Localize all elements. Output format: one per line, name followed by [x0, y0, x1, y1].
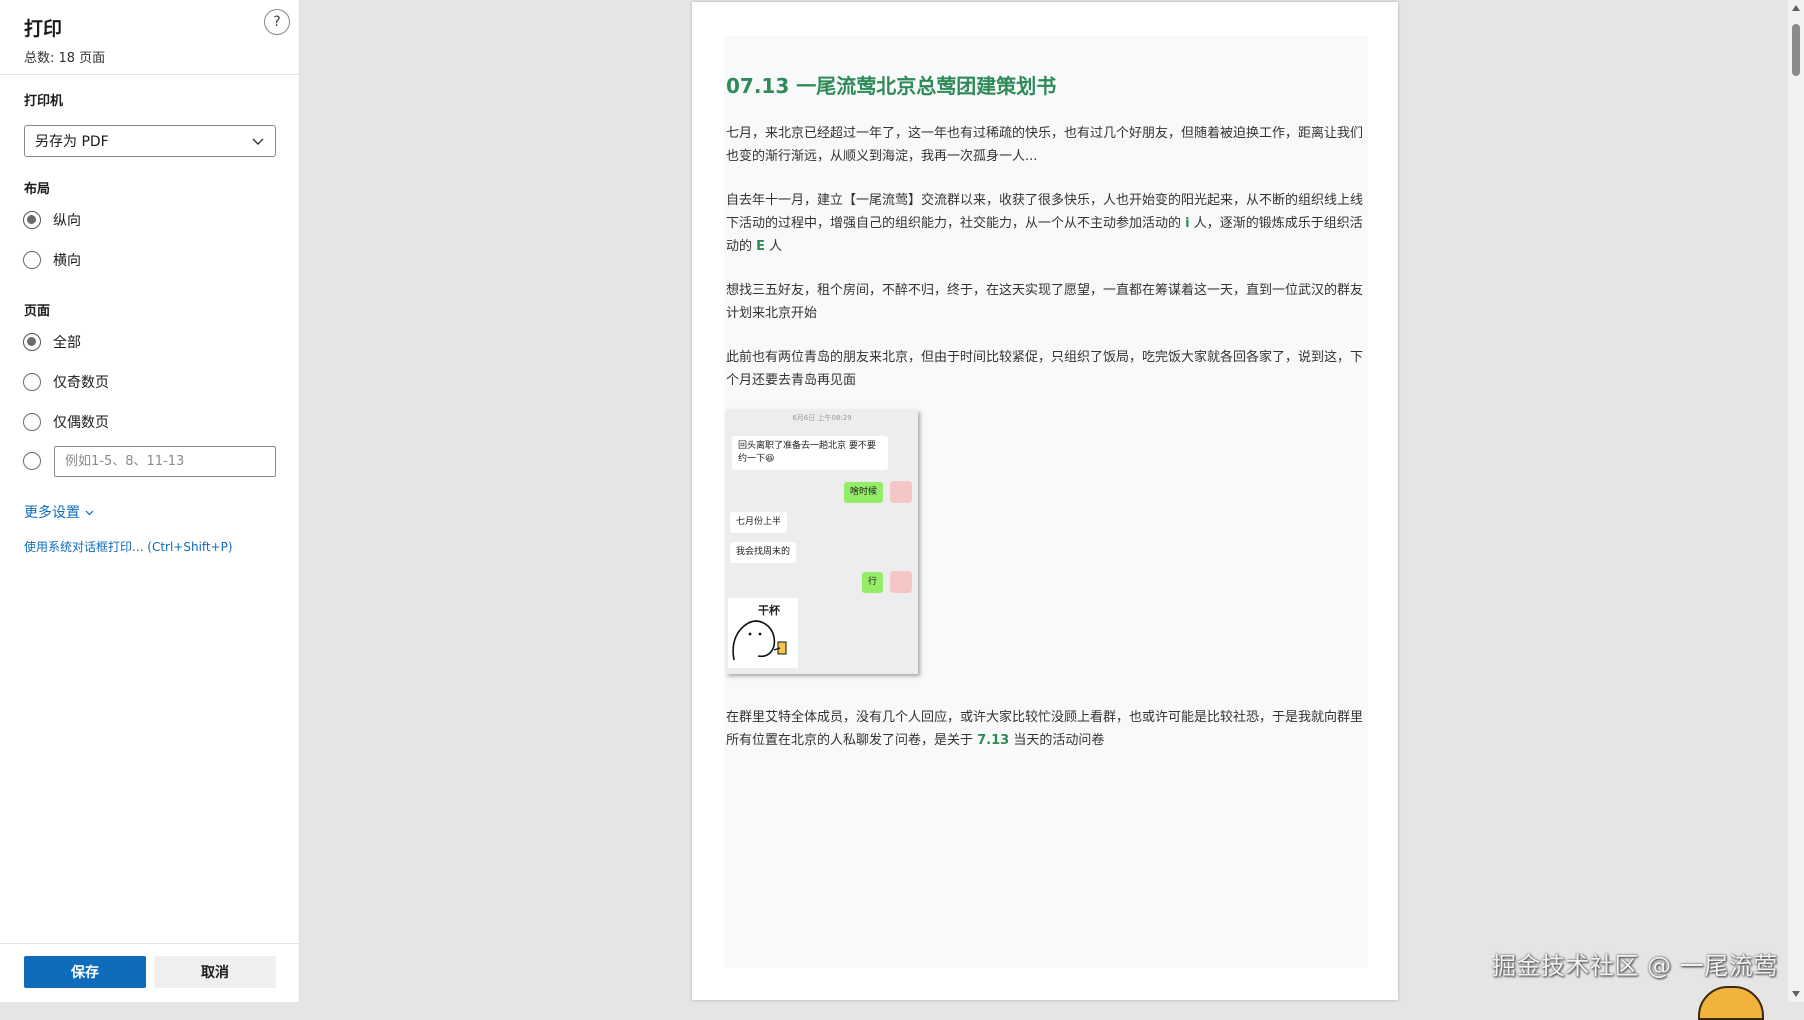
pages-option-all[interactable]: 全部: [23, 332, 81, 352]
save-button[interactable]: 保存: [24, 956, 146, 988]
avatar: [890, 481, 912, 503]
panel-header: 打印 总数: 18 页面: [24, 14, 105, 66]
print-preview-page: 07.13 一尾流莺北京总莺团建策划书 七月，来北京已经超过一年了，这一年也有过…: [692, 2, 1398, 1000]
sticker-image: 干杯: [728, 598, 798, 668]
watermark-text: 掘金技术社区 @ 一尾流莺: [1492, 952, 1778, 980]
scroll-down-arrow-icon[interactable]: [1791, 989, 1801, 999]
printer-label: 打印机: [24, 94, 64, 109]
pages-option-even[interactable]: 仅偶数页: [23, 412, 109, 432]
total-pages: 总数: 18 页面: [24, 51, 106, 66]
radio-all-pages[interactable]: [23, 333, 41, 351]
scroll-thumb[interactable]: [1792, 24, 1800, 76]
print-settings-panel: 打印 总数: 18 页面 ? 打印机 另存为 PDF 布局 纵向 横向 页面 全…: [0, 0, 300, 1002]
paragraph: 七月，来北京已经超过一年了，这一年也有过稀疏的快乐，也有过几个好朋友，但随着被迫…: [726, 126, 1364, 164]
system-dialog-link[interactable]: 使用系统对话框打印... (Ctrl+Shift+P): [24, 538, 233, 555]
article-title: 07.13 一尾流莺北京总莺团建策划书: [726, 74, 1057, 98]
paragraph: 想找三五好友，租个房间，不醉不归，终于，在这天实现了愿望，一直都在筹谋着这一天，…: [726, 283, 1364, 321]
scroll-up-arrow-icon[interactable]: [1791, 3, 1801, 13]
printer-select-value: 另存为 PDF: [35, 134, 109, 150]
more-settings-link[interactable]: 更多设置: [24, 502, 94, 522]
page-range-input[interactable]: [54, 446, 276, 477]
avatar: [890, 571, 912, 593]
pages-option-custom[interactable]: [23, 452, 41, 470]
layout-option-landscape[interactable]: 横向: [23, 250, 81, 270]
paragraph-text: 当天的活动问卷: [1009, 733, 1105, 748]
chat-screenshot-image: 6月6日 上午08:29 回头离职了准备去一趟北京 要不要约一下😆 啥时候 七月…: [726, 410, 918, 674]
layout-option-label: 纵向: [53, 213, 81, 229]
pages-option-label: 仅偶数页: [53, 415, 109, 431]
accent-text: 7.13: [977, 733, 1010, 748]
chat-timestamp: 6月6日 上午08:29: [792, 414, 852, 422]
paragraph: 此前也有两位青岛的朋友来北京，但由于时间比较紧促，只组织了饭局，吃完饭大家就各回…: [726, 350, 1364, 388]
divider: [0, 74, 300, 75]
chat-bubble: 啥时候: [844, 482, 884, 503]
radio-landscape[interactable]: [23, 251, 41, 269]
printer-select[interactable]: 另存为 PDF: [24, 125, 276, 157]
pages-label: 页面: [24, 304, 51, 319]
radio-even-pages[interactable]: [23, 413, 41, 431]
panel-title: 打印: [24, 18, 63, 40]
paragraph: 自去年十一月，建立【一尾流莺】交流群以来，收获了很多快乐，人也开始变的阳光起来，…: [726, 189, 1370, 258]
accent-text: E: [756, 239, 766, 254]
vertical-scrollbar[interactable]: [1788, 0, 1804, 1002]
radio-portrait[interactable]: [23, 211, 41, 229]
layout-option-label: 横向: [53, 253, 81, 269]
layout-option-portrait[interactable]: 纵向: [23, 210, 81, 230]
more-settings-label: 更多设置: [24, 505, 80, 521]
chat-bubble: 七月份上半: [730, 512, 788, 533]
radio-custom-range[interactable]: [23, 452, 41, 470]
layout-label: 布局: [24, 182, 51, 197]
chat-bubble: 回头离职了准备去一趟北京 要不要约一下😆: [732, 436, 888, 470]
chevron-down-icon: [252, 138, 264, 145]
cat-sticker-icon: [732, 620, 787, 661]
paragraph: 在群里艾特全体成员，没有几个人回应，或许大家比较忙没顾上看群，也或许可能是比较社…: [726, 706, 1370, 752]
pages-option-label: 全部: [53, 335, 81, 351]
pages-option-odd[interactable]: 仅奇数页: [23, 372, 109, 392]
chat-bubble: 行: [862, 572, 884, 593]
cancel-button[interactable]: 取消: [154, 956, 276, 988]
paragraph-text: 人: [765, 239, 783, 254]
chat-bubble: 我会找周末的: [730, 542, 797, 563]
pages-option-label: 仅奇数页: [53, 375, 109, 391]
help-button[interactable]: ?: [264, 9, 290, 35]
radio-odd-pages[interactable]: [23, 373, 41, 391]
divider: [0, 943, 300, 944]
mascot-icon: [1698, 986, 1764, 1020]
chevron-down-icon: [85, 510, 94, 515]
